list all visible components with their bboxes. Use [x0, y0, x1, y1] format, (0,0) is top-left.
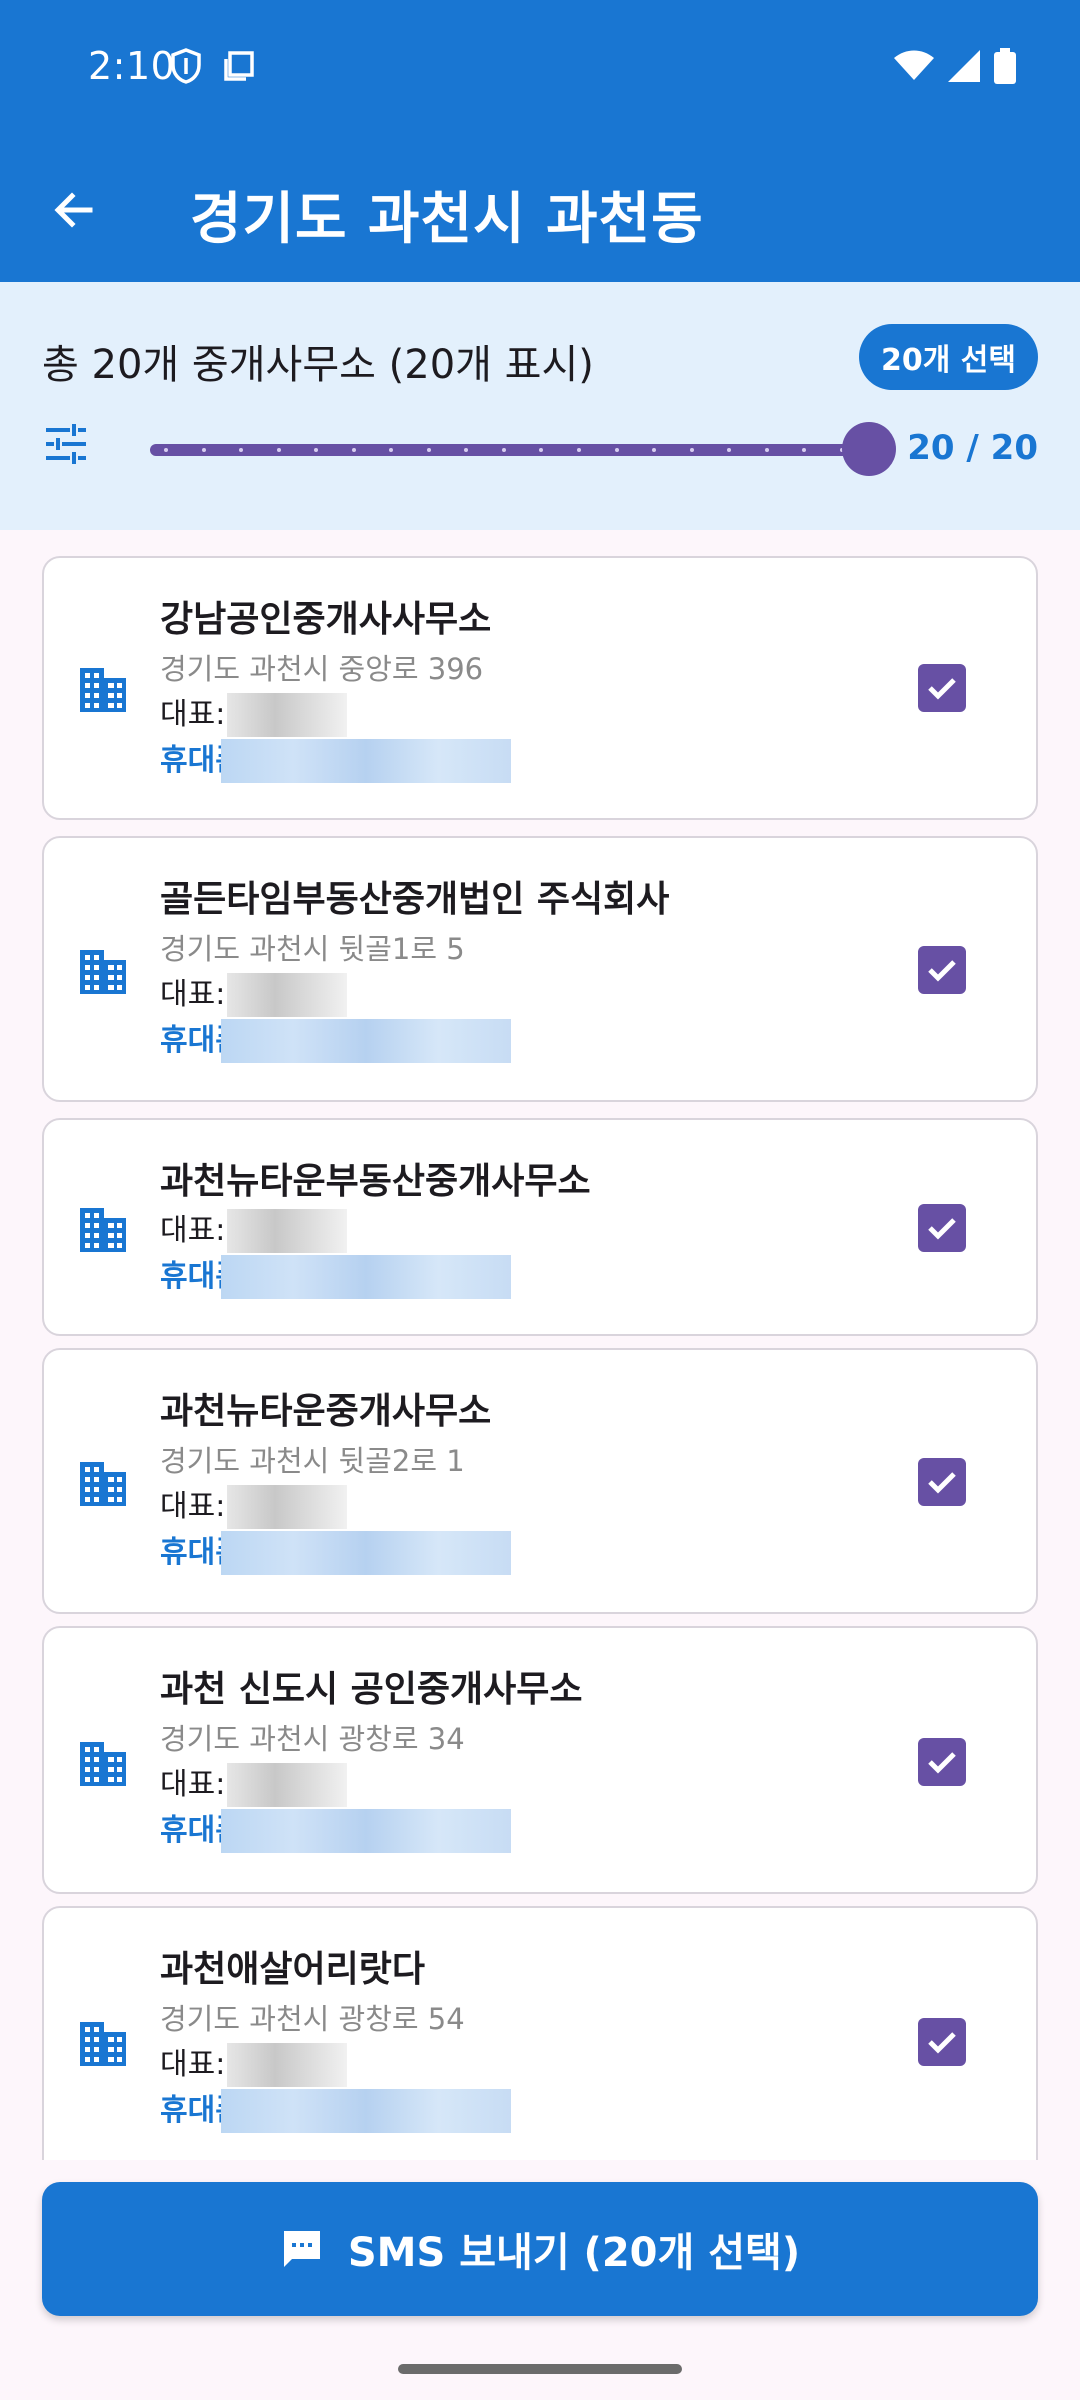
office-info: 과천애살어리랏다 경기도 과천시 광창로 54 대표: 휴대폰 [160, 1944, 906, 2134]
slider-ticks [164, 448, 844, 452]
rep-label: 대표: [160, 2047, 226, 2082]
sms-icon [283, 2231, 320, 2267]
office-list[interactable]: 강남공인중개사사무소 경기도 과천시 중앙로 396 대표: 휴대폰 골든타임부… [42, 556, 1038, 2160]
office-checkbox[interactable] [918, 1458, 966, 1506]
check-icon [928, 678, 956, 700]
battery-icon [994, 48, 1016, 88]
office-name: 과천뉴타운중개사무소 [160, 1391, 492, 1432]
redacted-name [227, 2043, 348, 2087]
office-card[interactable]: 과천뉴타운부동산중개사무소 대표: 휴대폰 [42, 1118, 1038, 1336]
redacted-phone [220, 1809, 511, 1853]
office-card[interactable]: 과천뉴타운중개사무소 경기도 과천시 뒷골2로 1 대표: 휴대폰 [42, 1348, 1038, 1614]
office-name: 강남공인중개사사무소 [160, 599, 492, 640]
redacted-name [227, 693, 348, 737]
rep-label: 대표: [160, 1767, 226, 1802]
office-info: 강남공인중개사사무소 경기도 과천시 중앙로 396 대표: 휴대폰 [160, 594, 906, 784]
office-info: 과천뉴타운부동산중개사무소 대표: 휴대폰 [160, 1156, 906, 1300]
summary-count-text: 총 20개 중개사무소 (20개 표시) [42, 342, 594, 388]
office-address: 경기도 과천시 광창로 54 [160, 2002, 465, 2036]
check-icon [928, 1752, 956, 1774]
office-card[interactable]: 과천애살어리랏다 경기도 과천시 광창로 54 대표: 휴대폰 [42, 1906, 1038, 2160]
office-checkbox[interactable] [918, 1738, 966, 1786]
rep-label: 대표: [160, 697, 226, 732]
redacted-name [227, 1763, 348, 1807]
redacted-phone [220, 739, 511, 783]
office-address: 경기도 과천시 중앙로 396 [160, 652, 484, 686]
office-representative: 대표: [160, 972, 906, 1018]
office-address: 경기도 과천시 광창로 34 [160, 1722, 465, 1756]
redacted-name [227, 1485, 348, 1529]
office-card[interactable]: 골든타임부동산중개법인 주식회사 경기도 과천시 뒷골1로 5 대표: 휴대폰 [42, 836, 1038, 1102]
office-phone[interactable]: 휴대폰 [160, 1530, 906, 1576]
signal-icon [948, 50, 980, 86]
page-title: 경기도 과천시 과천동 [190, 187, 704, 252]
check-icon [928, 2032, 956, 2054]
redacted-phone [220, 2089, 511, 2133]
office-phone[interactable]: 휴대폰 [160, 2088, 906, 2134]
office-address: 경기도 과천시 뒷골2로 1 [160, 1444, 465, 1478]
redacted-phone [220, 1019, 511, 1063]
send-sms-label: SMS 보내기 (20개 선택) [347, 2230, 801, 2276]
building-icon [78, 2018, 128, 2068]
office-name: 과천뉴타운부동산중개사무소 [160, 1161, 591, 1202]
office-name: 골든타임부동산중개법인 주식회사 [160, 879, 670, 920]
check-icon [928, 960, 956, 982]
status-left-icons [170, 48, 256, 88]
office-checkbox[interactable] [918, 946, 966, 994]
slider-value-text: 20 / 20 [907, 428, 1038, 468]
office-phone[interactable]: 휴대폰 [160, 1808, 906, 1854]
check-icon [928, 1218, 956, 1240]
office-representative: 대표: [160, 1208, 906, 1254]
office-card[interactable]: 강남공인중개사사무소 경기도 과천시 중앙로 396 대표: 휴대폰 [42, 556, 1038, 820]
office-checkbox[interactable] [918, 2018, 966, 2066]
redacted-phone [220, 1531, 511, 1575]
office-phone[interactable]: 휴대폰 [160, 1018, 906, 1064]
back-button[interactable] [44, 180, 104, 240]
rep-label: 대표: [160, 977, 226, 1012]
status-time: 2:10 [88, 44, 176, 88]
office-phone[interactable]: 휴대폰 [160, 738, 906, 784]
rep-label: 대표: [160, 1213, 226, 1248]
office-card[interactable]: 과천 신도시 공인중개사무소 경기도 과천시 광창로 34 대표: 휴대폰 [42, 1626, 1038, 1894]
office-representative: 대표: [160, 1484, 906, 1530]
screen-icon [222, 49, 256, 87]
redacted-name [227, 1209, 348, 1253]
rep-label: 대표: [160, 1489, 226, 1524]
redacted-name [227, 973, 348, 1017]
app-bar: 경기도 과천시 과천동 [0, 134, 1080, 282]
office-info: 과천뉴타운중개사무소 경기도 과천시 뒷골2로 1 대표: 휴대폰 [160, 1386, 906, 1576]
wifi-icon [894, 50, 934, 86]
slider-thumb[interactable] [842, 422, 896, 476]
count-slider[interactable] [150, 422, 896, 476]
office-name: 과천 신도시 공인중개사무소 [160, 1669, 583, 1710]
office-representative: 대표: [160, 1762, 906, 1808]
send-sms-button[interactable]: SMS 보내기 (20개 선택) [42, 2182, 1038, 2316]
building-icon [78, 946, 128, 996]
status-bar: 2:10 [0, 0, 1080, 134]
office-checkbox[interactable] [918, 664, 966, 712]
office-representative: 대표: [160, 692, 906, 738]
building-icon [78, 664, 128, 714]
shield-icon [170, 48, 202, 88]
tune-icon[interactable] [44, 422, 88, 466]
arrow-back-icon [54, 192, 93, 228]
home-indicator[interactable] [398, 2364, 682, 2374]
building-icon [78, 1458, 128, 1508]
summary-panel: 총 20개 중개사무소 (20개 표시) 20개 선택 20 / 20 [0, 282, 1080, 530]
building-icon [78, 1204, 128, 1254]
office-info: 과천 신도시 공인중개사무소 경기도 과천시 광창로 34 대표: 휴대폰 [160, 1664, 906, 1854]
check-icon [928, 1472, 956, 1494]
office-representative: 대표: [160, 2042, 906, 2088]
status-right-icons [894, 48, 1016, 88]
selected-count-badge[interactable]: 20개 선택 [859, 324, 1038, 390]
redacted-phone [220, 1255, 511, 1299]
office-info: 골든타임부동산중개법인 주식회사 경기도 과천시 뒷골1로 5 대표: 휴대폰 [160, 874, 906, 1064]
office-checkbox[interactable] [918, 1204, 966, 1252]
building-icon [78, 1738, 128, 1788]
office-name: 과천애살어리랏다 [160, 1949, 425, 1990]
office-phone[interactable]: 휴대폰 [160, 1254, 906, 1300]
office-address: 경기도 과천시 뒷골1로 5 [160, 932, 465, 966]
